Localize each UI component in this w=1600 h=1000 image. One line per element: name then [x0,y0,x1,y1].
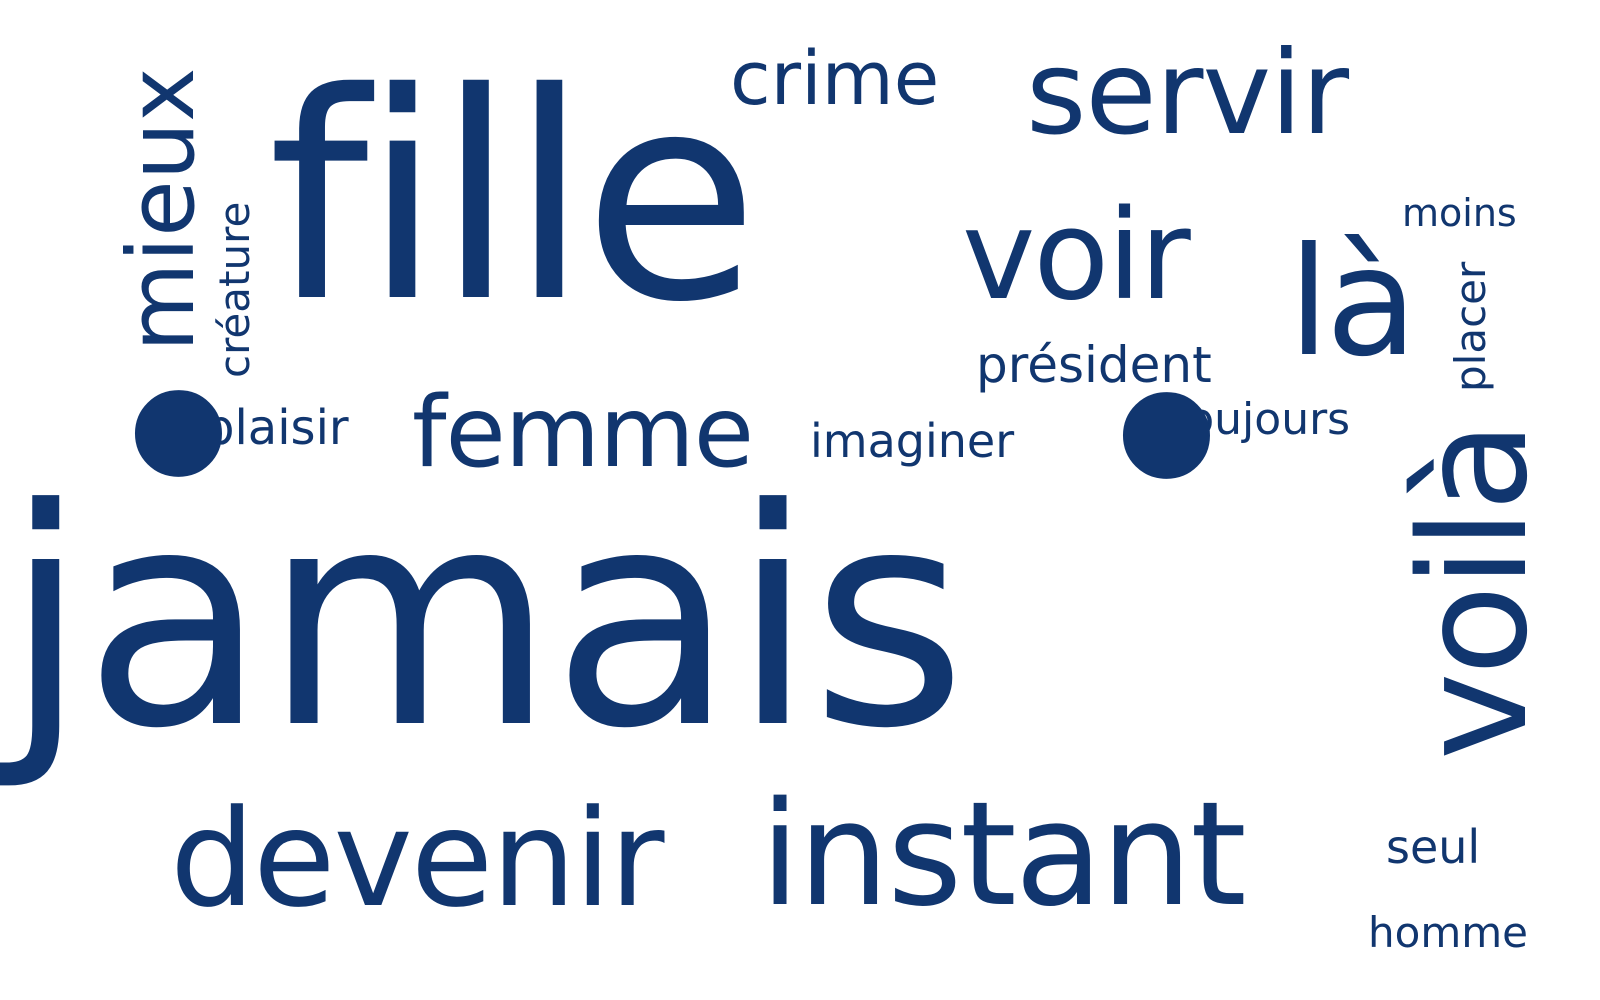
word-cloud: jamais fille devenir instant servir crim… [0,0,1600,1000]
word-moins: moins [1402,191,1517,235]
word-dot-mid: • [1078,269,1255,618]
word-voila: voilà [1388,423,1560,760]
word-instant: instant [760,770,1247,938]
word-devenir: devenir [170,781,664,937]
word-creature: créature [210,201,259,378]
word-mieux: mieux [108,67,215,352]
word-placer: placer [1446,261,1495,392]
word-seul: seul [1386,820,1481,874]
word-crime: crime [730,36,940,122]
word-homme: homme [1368,908,1528,957]
word-femme: femme [412,376,754,490]
word-imaginer: imaginer [810,414,1015,468]
word-la: là [1288,216,1418,390]
word-servir: servir [1026,26,1349,161]
word-fille: fille [268,33,759,365]
